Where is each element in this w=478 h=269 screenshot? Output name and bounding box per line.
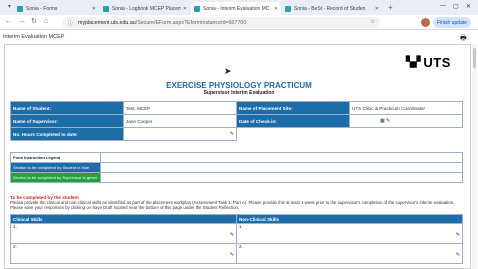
uts-logo: ▚▞ UTS xyxy=(406,55,451,70)
supervisor-name-value: Jane Cooper xyxy=(123,114,237,128)
close-tab-icon[interactable]: ✕ xyxy=(274,6,278,12)
url-host: myplacement.uts.edu.au xyxy=(78,19,136,26)
nonclinical-skills-header: Non-Clinical Skills xyxy=(236,214,463,224)
legend-title: Form Instruction Legend xyxy=(9,152,102,163)
clinical-skill-field[interactable]: 1. ✎ xyxy=(10,223,237,244)
checkin-date-label: Date of Check-in: xyxy=(236,114,350,128)
nonclinical-skill-field[interactable]: 2. ✎ xyxy=(236,243,463,264)
student-name-label: Name of Student: xyxy=(10,101,124,115)
url-bar[interactable]: ⓘ myplacement.uts.edu.au/Secure/EForm.as… xyxy=(62,17,380,28)
close-window-icon[interactable]: ✕ xyxy=(466,3,471,10)
supervisor-name-label: Name of Supervisor: xyxy=(10,114,124,128)
student-instructions: Please provide the clinical and non-clin… xyxy=(10,200,465,211)
reload-icon[interactable]: ↻ xyxy=(31,17,37,27)
calendar-icon[interactable]: ▦ xyxy=(380,118,385,124)
new-tab-icon[interactable]: + xyxy=(388,3,393,13)
placement-site-label: Name of Placement Site: xyxy=(236,101,350,115)
placement-site-value: UTS Clinic & Practicum Coordinator xyxy=(349,101,463,115)
tab-best-record[interactable]: Sonia - BeSt - Record of Studen ✕ xyxy=(282,2,382,15)
profile-avatar[interactable] xyxy=(421,18,430,27)
scrollbar-thumb[interactable] xyxy=(473,48,476,68)
tab-favicon-icon xyxy=(103,5,109,12)
edit-pencil-icon[interactable]: ✎ xyxy=(456,252,460,258)
browser-tab-strip: ▾ Sonia - Forms ✕ Sonia - Logbook MCEP P… xyxy=(0,0,478,15)
page-title: Interim Evaluation MCEP xyxy=(3,34,65,40)
edit-pencil-icon[interactable]: ✎ xyxy=(230,131,234,137)
form-instruction-legend: Form Instruction Legend Section to be co… xyxy=(9,152,463,183)
edit-pencil-icon[interactable]: ✎ xyxy=(386,118,390,124)
tab-favicon-icon xyxy=(17,5,23,12)
hours-completed-field[interactable]: ✎ xyxy=(123,127,237,141)
checkin-date-field[interactable]: ▦ ✎ xyxy=(349,114,463,128)
tab-interim-evaluation[interactable]: Sonia - Interim Evaluation MC ✕ xyxy=(191,2,281,15)
tab-favicon-icon xyxy=(285,5,291,12)
legend-student-color: Section to be completed by Student in bl… xyxy=(9,162,102,173)
instructions-line-2: Please save your responses by clicking o… xyxy=(10,205,240,211)
mouse-cursor-icon: ➤ xyxy=(224,66,232,76)
close-tab-icon[interactable]: ✕ xyxy=(92,6,96,12)
nonclinical-skill-field[interactable]: 1. ✎ xyxy=(236,223,463,244)
home-icon[interactable]: ⌂ xyxy=(44,17,48,27)
clinical-skill-field[interactable]: 2. ✎ xyxy=(10,243,237,264)
finish-update-button[interactable]: Finish update xyxy=(433,17,472,28)
maximize-icon[interactable]: ▢ xyxy=(453,3,459,10)
edit-pencil-icon[interactable]: ✎ xyxy=(456,232,460,238)
minimize-icon[interactable]: — xyxy=(440,3,446,9)
form-heading: EXERCISE PHYSIOLOGY PRACTICUM xyxy=(166,81,312,90)
legend-supervisor-color: Section to be completed by Supervisor in… xyxy=(9,172,102,183)
tab-forms[interactable]: Sonia - Forms ✕ xyxy=(14,2,99,15)
url-path: /Secure/EForm.aspx?EformInstanceId=60770… xyxy=(135,19,247,26)
tab-search-icon[interactable]: ▾ xyxy=(8,3,11,10)
address-toolbar: ← → ↻ ⌂ ⓘ myplacement.uts.edu.au/Secure/… xyxy=(0,15,478,30)
student-info-table: Name of Student: Test, MCEP Name of Plac… xyxy=(10,101,463,141)
uts-logo-mark-icon: ▚▞ xyxy=(406,57,420,68)
edit-pencil-icon[interactable]: ✎ xyxy=(230,252,234,258)
skills-table: Clinical Skills Non-Clinical Skills 1. ✎ … xyxy=(10,214,463,264)
scrollbar-track[interactable] xyxy=(472,44,477,269)
form-subheading: Supervisor Interim Evaluation xyxy=(203,90,275,96)
back-icon[interactable]: ← xyxy=(5,17,12,27)
hours-completed-label: No. Hours Completed to date: xyxy=(10,127,124,141)
edit-pencil-icon[interactable]: ✎ xyxy=(230,232,234,238)
tab-logbook[interactable]: Sonia - Logbook MCEP Placem ✕ xyxy=(100,2,190,15)
site-info-icon[interactable]: ⓘ xyxy=(68,20,74,27)
tab-favicon-icon xyxy=(194,5,200,12)
close-tab-icon[interactable]: ✕ xyxy=(375,6,379,12)
bookmark-star-icon[interactable]: ☆ xyxy=(370,18,375,25)
student-name-value: Test, MCEP xyxy=(123,101,237,115)
close-tab-icon[interactable]: ✕ xyxy=(183,6,187,12)
page-header xyxy=(0,31,478,44)
forward-icon[interactable]: → xyxy=(18,17,25,27)
clinical-skills-header: Clinical Skills xyxy=(10,214,237,224)
